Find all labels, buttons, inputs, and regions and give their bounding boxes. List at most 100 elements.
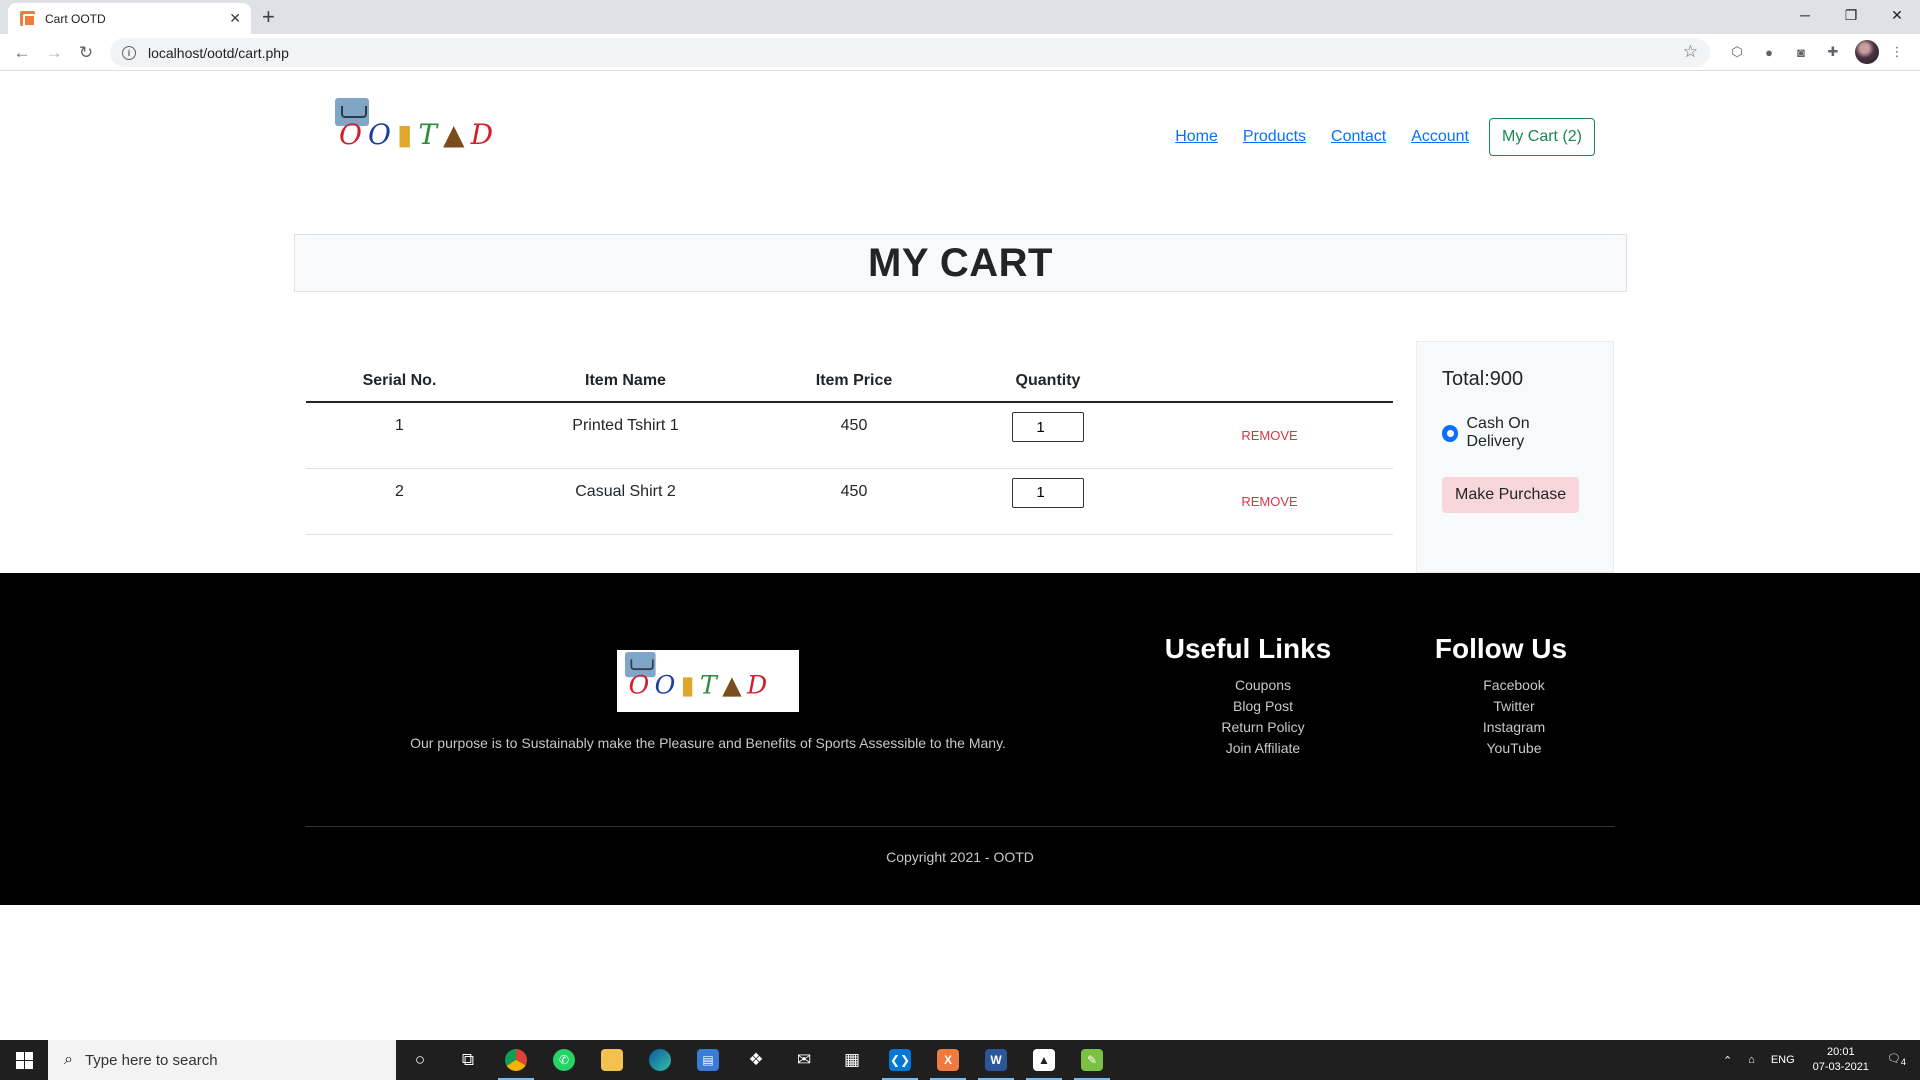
profile-avatar[interactable] (1855, 40, 1879, 64)
make-purchase-button[interactable]: Make Purchase (1442, 477, 1580, 513)
calculator-taskbar-icon[interactable]: ▦ (828, 1040, 876, 1080)
word-taskbar-icon[interactable]: W (972, 1040, 1020, 1080)
reload-icon[interactable]: ↻ (74, 41, 98, 65)
cell-item-name: Casual Shirt 2 (493, 468, 758, 535)
logo-letters: OO▮T▲D (339, 118, 500, 151)
main-nav: Home Products Contact Account My Cart (2… (1150, 118, 1595, 156)
browser-toolbar: ← → ↻ i localhost/ootd/cart.php ☆ ⬡ ● ◙ … (0, 34, 1920, 71)
cart-table: Serial No. Item Name Item Price Quantity… (306, 360, 1393, 535)
nav-account-link[interactable]: Account (1411, 128, 1469, 146)
table-row: 1 Printed Tshirt 1 450 REMOVE (306, 402, 1393, 469)
cortana-icon[interactable]: ○ (396, 1040, 444, 1080)
chrome-taskbar-icon[interactable] (492, 1040, 540, 1080)
photos-taskbar-icon[interactable]: ▲ (1020, 1040, 1068, 1080)
remove-button[interactable]: REMOVE (1241, 428, 1297, 443)
remove-button[interactable]: REMOVE (1241, 494, 1297, 509)
mail-taskbar-icon[interactable]: ✉ (780, 1040, 828, 1080)
payment-option-row[interactable]: Cash On Delivery (1442, 415, 1588, 451)
cell-quantity (950, 402, 1146, 469)
site-info-icon[interactable]: i (122, 45, 136, 60)
site-footer: OO▮T▲D Our purpose is to Sustainably mak… (0, 573, 1920, 905)
xampp-favicon-icon (20, 11, 36, 27)
my-cart-button[interactable]: My Cart (2) (1489, 118, 1595, 156)
logo-letters: OO▮T▲D (628, 670, 773, 700)
windows-start-icon[interactable] (0, 1040, 48, 1080)
bookmark-star-icon[interactable]: ☆ (1683, 42, 1698, 62)
footer-link-coupons[interactable]: Coupons (1178, 675, 1348, 696)
notification-count: 4 (1900, 1057, 1906, 1068)
clock-date: 07-03-2021 (1812, 1061, 1869, 1073)
taskbar-search-box[interactable]: ⌕ Type here to search (48, 1040, 396, 1080)
file-explorer-taskbar-icon[interactable] (588, 1040, 636, 1080)
column-header-quantity: Quantity (950, 360, 1146, 403)
search-icon: ⌕ (64, 1051, 73, 1068)
clock-time: 20:01 (1827, 1046, 1855, 1058)
page-title: MY CART (868, 240, 1053, 285)
table-header-row: Serial No. Item Name Item Price Quantity (306, 360, 1393, 403)
puzzle-icon[interactable]: ✚ (1824, 43, 1842, 61)
extension-cube-icon[interactable]: ⬡ (1728, 43, 1746, 61)
store-taskbar-icon[interactable]: ▤ (684, 1040, 732, 1080)
notifications-icon[interactable]: 🗨4 (1887, 1052, 1906, 1067)
footer-link-join-affiliate[interactable]: Join Affiliate (1178, 738, 1348, 759)
useful-links-section: Useful Links Coupons Blog Post Return Po… (1148, 633, 1348, 759)
cell-serial: 2 (306, 468, 493, 535)
xampp-taskbar-icon[interactable]: X (924, 1040, 972, 1080)
address-bar[interactable]: i localhost/ootd/cart.php ☆ (110, 38, 1710, 67)
tab-close-icon[interactable]: ✕ (229, 10, 241, 27)
tab-title: Cart OOTD (45, 11, 106, 26)
dropbox-taskbar-icon[interactable]: ❖ (732, 1040, 780, 1080)
quantity-input[interactable] (1012, 412, 1084, 442)
url-text[interactable]: localhost/ootd/cart.php (148, 45, 289, 61)
follow-us-heading: Follow Us (1434, 633, 1568, 664)
site-logo[interactable]: OO▮T▲D (335, 98, 505, 158)
clock[interactable]: 20:01 07-03-2021 (1813, 1045, 1869, 1075)
browser-tab-strip: Cart OOTD ✕ + ─ ❐ ✕ (0, 0, 1920, 34)
minimize-icon[interactable]: ─ (1782, 0, 1828, 30)
cell-quantity (950, 468, 1146, 535)
edge-taskbar-icon[interactable] (636, 1040, 684, 1080)
page-title-box: MY CART (294, 234, 1627, 292)
cash-on-delivery-radio[interactable] (1442, 424, 1459, 442)
footer-purpose-text: Our purpose is to Sustainably make the P… (410, 735, 1006, 751)
extension-circle-icon[interactable]: ● (1760, 43, 1778, 61)
whatsapp-taskbar-icon[interactable]: ✆ (540, 1040, 588, 1080)
quantity-input[interactable] (1012, 477, 1084, 508)
nav-contact-link[interactable]: Contact (1331, 128, 1386, 146)
footer-divider (305, 826, 1615, 827)
footer-link-facebook[interactable]: Facebook (1427, 675, 1601, 696)
cell-serial: 1 (306, 402, 493, 469)
language-indicator[interactable]: ENG (1771, 1054, 1795, 1066)
close-window-icon[interactable]: ✕ (1874, 0, 1920, 30)
cell-action: REMOVE (1146, 468, 1393, 535)
footer-link-blog-post[interactable]: Blog Post (1178, 696, 1348, 717)
notepad-taskbar-icon[interactable]: ✎ (1068, 1040, 1116, 1080)
browser-tab[interactable]: Cart OOTD ✕ (8, 3, 251, 34)
nav-home-link[interactable]: Home (1175, 128, 1218, 146)
back-icon[interactable]: ← (10, 41, 34, 65)
task-view-icon[interactable]: ⧉ (444, 1040, 492, 1080)
column-header-item-price: Item Price (758, 360, 950, 403)
nav-products-link[interactable]: Products (1243, 128, 1306, 146)
browser-menu-icon[interactable]: ⋮ (1888, 43, 1906, 61)
footer-link-youtube[interactable]: YouTube (1427, 738, 1601, 759)
payment-option-label: Cash On Delivery (1466, 415, 1530, 450)
column-header-item-name: Item Name (493, 360, 758, 403)
footer-link-twitter[interactable]: Twitter (1427, 696, 1601, 717)
camera-icon[interactable]: ◙ (1792, 43, 1810, 61)
restore-icon[interactable]: ❐ (1828, 0, 1874, 30)
useful-links-heading: Useful Links (1164, 633, 1332, 664)
show-hidden-icons-icon[interactable]: ⌃ (1723, 1054, 1732, 1067)
cart-total: Total:900 (1442, 368, 1524, 390)
footer-logo: OO▮T▲D (617, 650, 799, 712)
footer-link-return-policy[interactable]: Return Policy (1178, 717, 1348, 738)
new-tab-button[interactable]: + (262, 4, 275, 30)
vscode-taskbar-icon[interactable]: ❮❯ (876, 1040, 924, 1080)
column-header-action (1146, 360, 1393, 403)
forward-icon[interactable]: → (42, 41, 66, 65)
order-summary-card: Total:900 Cash On Delivery Make Purchase (1416, 341, 1614, 573)
network-icon[interactable]: ⌂ (1748, 1054, 1755, 1066)
cell-item-price: 450 (758, 468, 950, 535)
footer-link-instagram[interactable]: Instagram (1427, 717, 1601, 738)
windows-taskbar: ⌕ Type here to search ○ ⧉ ✆ ▤ ❖ ✉ ▦ ❮❯ X… (0, 1040, 1920, 1080)
